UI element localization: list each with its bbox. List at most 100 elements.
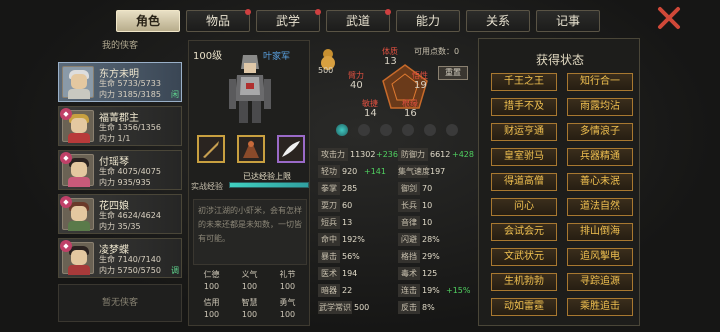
armor-slot[interactable] (237, 135, 265, 163)
character-hp: 生命 1356/1356 (99, 123, 161, 132)
character-mp: 内力 1/1 (99, 134, 131, 143)
state-button[interactable]: 皇室驸马 (491, 148, 557, 166)
state-button[interactable]: 乘胜追击 (567, 298, 633, 316)
attr-value: 14 (364, 108, 377, 119)
states-title: 获得状态 (535, 53, 584, 67)
character-description: 初涉江湖的小虾米，会有怎样的未来还都是未知数，一切皆有可能。 (193, 199, 307, 265)
state-button[interactable]: 寻踪追源 (567, 273, 633, 291)
avatar (62, 66, 94, 99)
notification-dot-icon (245, 9, 251, 15)
state-button[interactable]: 排山倒海 (567, 223, 633, 241)
character-screen: 角色 物品 武学 武道 能力 关系 记事 我的侠客 东方未明 生命 5733/5… (0, 0, 720, 332)
stat-row: 音律 10 (398, 216, 474, 230)
attr-value: 13 (384, 56, 397, 67)
character-status-tag: 调 (171, 266, 179, 275)
state-button[interactable]: 雨露均沾 (567, 98, 633, 116)
character-hp: 生命 5733/5733 (99, 79, 161, 88)
stat-row: 短兵 13 (318, 216, 394, 230)
gem-socket-icon[interactable] (446, 124, 458, 136)
state-button[interactable]: 动如雷霆 (491, 298, 557, 316)
gem-socket-icon[interactable] (424, 124, 436, 136)
attr-value: 19 (414, 80, 427, 91)
free-points: 可用点数：0 (414, 47, 460, 56)
stat-row: 暗器 22 (318, 284, 394, 298)
character-hp: 生命 4624/4624 (99, 211, 161, 220)
state-button[interactable]: 追风掣电 (567, 248, 633, 266)
character-mp: 内力 935/935 (99, 178, 151, 187)
virtue-cell: 礼节 100 (279, 270, 296, 291)
gem-socket-icon[interactable] (336, 124, 348, 136)
roster-card[interactable]: ◆ 花四娘 生命 4624/4624 内力 35/35 (58, 194, 182, 234)
exp-label: 实战经验 (191, 182, 223, 191)
gem-socket-icon[interactable] (358, 124, 370, 136)
state-button[interactable]: 生机勃勃 (491, 273, 557, 291)
reset-button[interactable]: 重置 (438, 66, 468, 80)
roster-card[interactable]: 东方未明 生命 5733/5733 内力 3185/3185 闲 (58, 62, 182, 102)
cloak-icon (243, 140, 259, 158)
exp-bar-fill (230, 183, 308, 187)
stat-row: 武学常识 500 (318, 301, 370, 314)
states-panel: 获得状态 千王之王 知行合一 措手不及 雨露均沾 财运亨通 多情浪子 皇室驸马 兵器精通 得道高… (478, 38, 640, 326)
accessory-slot[interactable] (277, 135, 305, 163)
state-button[interactable]: 兵器精通 (567, 148, 633, 166)
close-button[interactable] (656, 5, 682, 31)
stat-row: 暴击 56% (318, 250, 394, 264)
roster-card[interactable]: ◆ 凌梦蝶 生命 7140/7140 内力 5750/5750 调 (58, 238, 182, 278)
tab-martial-path[interactable]: 武道 (326, 9, 391, 32)
gem-socket-icon[interactable] (380, 124, 392, 136)
virtue-cell: 信用 100 (203, 298, 220, 319)
stat-row: 命中 192% (318, 233, 394, 247)
profile-panel: 100级 叶家军 已达经验上限 实战经验 初涉江湖的小虾米，会有怎样的未来还都是… (188, 40, 310, 326)
tab-items[interactable]: 物品 (186, 9, 251, 32)
stat-row: 防御力 6612 +428 (398, 148, 474, 162)
character-status-tag: 闲 (171, 90, 179, 99)
stat-row: 毒术 125 (398, 267, 474, 281)
state-button[interactable]: 文武状元 (491, 248, 557, 266)
virtue-cell: 仁德 100 (203, 270, 220, 291)
state-button[interactable]: 道法自然 (567, 198, 633, 216)
virtue-cell: 义气 100 (241, 270, 258, 291)
state-button[interactable]: 财运亨通 (491, 123, 557, 141)
tab-journal[interactable]: 记事 (536, 10, 600, 32)
state-button[interactable]: 千王之王 (491, 73, 557, 91)
close-icon (658, 7, 680, 29)
roster-panel: 我的侠客 东方未明 生命 5733/5733 内力 3185/3185 闲 ◆ … (56, 38, 184, 326)
state-button[interactable]: 措手不及 (491, 98, 557, 116)
roster-title: 我的侠客 (101, 41, 138, 51)
tab-abilities[interactable]: 能力 (396, 10, 460, 32)
virtue-cell: 勇气 100 (279, 298, 296, 319)
virtue-cell: 智慧 100 (241, 298, 258, 319)
weapon-slot[interactable] (197, 135, 225, 163)
roster-card[interactable]: ◆ 福菁郡主 生命 1356/1356 内力 1/1 (58, 106, 182, 146)
tab-relations[interactable]: 关系 (466, 10, 530, 32)
exp-status: 已达经验上限 (243, 172, 291, 181)
stats-panel: 500 可用点数：0 重置 体质 13 臂力 40 悟性 19 敏捷 14 根缘… (318, 40, 474, 326)
attr-value: 40 (350, 80, 363, 91)
character-mp: 内力 3185/3185 (99, 90, 161, 99)
stat-row: 闪避 28% (398, 233, 474, 247)
state-button[interactable]: 善心未泯 (567, 173, 633, 191)
stat-row: 耍刀 60 (318, 199, 394, 213)
state-button[interactable]: 知行合一 (567, 73, 633, 91)
tab-martial-arts[interactable]: 武学 (256, 9, 321, 32)
heart-icon: ◆ (60, 196, 72, 208)
empty-roster-slot[interactable]: 暂无侠客 (58, 284, 182, 322)
stat-row: 格挡 29% (398, 250, 474, 264)
gem-socket-icon[interactable] (402, 124, 414, 136)
state-button[interactable]: 会试会元 (491, 223, 557, 241)
character-level: 100级 (193, 51, 223, 62)
stat-row: 医术 194 (318, 267, 394, 281)
character-mp: 内力 35/35 (99, 222, 141, 231)
feather-icon (282, 141, 300, 157)
exp-bar (229, 182, 309, 188)
notification-dot-icon (315, 9, 321, 15)
state-button[interactable]: 问心 (491, 198, 557, 216)
state-button[interactable]: 得道高僧 (491, 173, 557, 191)
heart-icon: ◆ (60, 108, 72, 120)
stat-row: 轻功 920 +141 (318, 165, 394, 179)
roster-card[interactable]: ◆ 付瑶琴 生命 4075/4075 内力 935/935 (58, 150, 182, 190)
stat-row: 反击 8% (398, 301, 474, 315)
state-button[interactable]: 多情浪子 (567, 123, 633, 141)
tab-character[interactable]: 角色 (116, 10, 180, 32)
stat-row: 集气速度 197 (398, 165, 446, 178)
